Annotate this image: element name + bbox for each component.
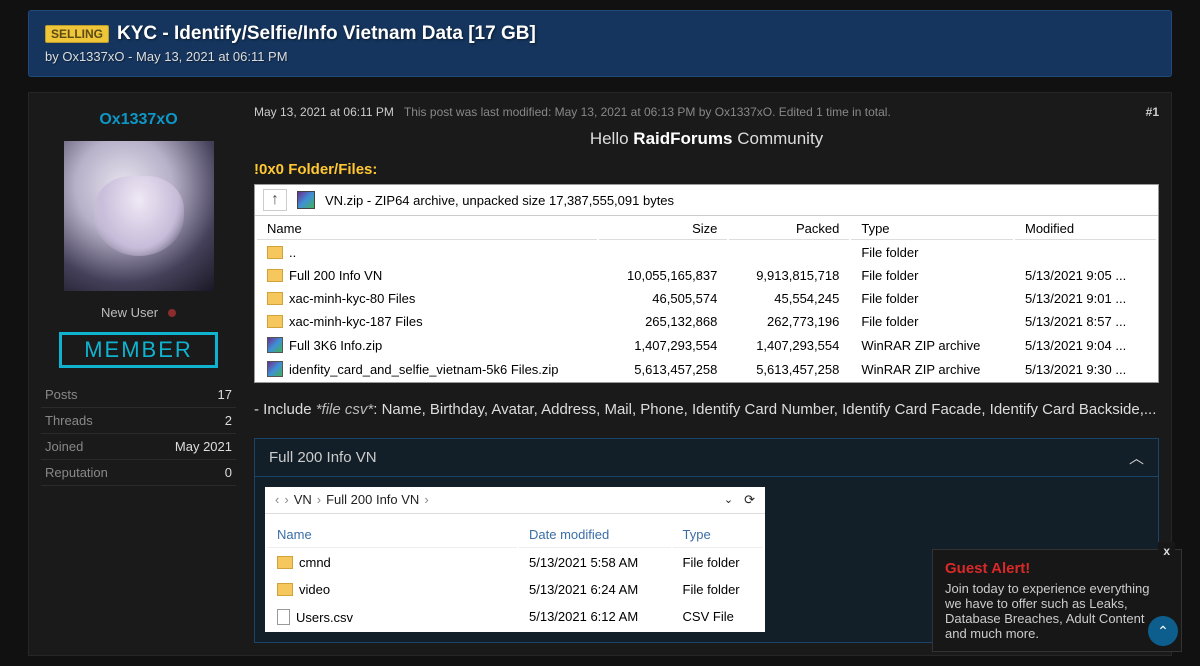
thread-title: KYC - Identify/Selfie/Info Vietnam Data …	[117, 23, 536, 45]
archive-path: VN.zip - ZIP64 archive, unpacked size 17…	[325, 193, 674, 208]
winrar-screenshot: ↑ VN.zip - ZIP64 archive, unpacked size …	[254, 184, 1159, 383]
col-packed: Packed	[729, 218, 849, 240]
table-row: xac-minh-kyc-187 Files265,132,868262,773…	[257, 311, 1156, 332]
table-row: cmnd5/13/2021 5:58 AMFile folder	[267, 550, 763, 575]
folder-icon	[267, 292, 283, 305]
archive-icon	[267, 361, 283, 377]
alert-body: Join today to experience everything we h…	[945, 581, 1169, 641]
folder-icon	[277, 556, 293, 569]
exp-col-name: Name	[267, 522, 517, 548]
expander-title: Full 200 Info VN	[269, 449, 377, 466]
exp-col-type: Type	[673, 522, 763, 548]
author-stats: Posts 17 Threads 2 Joined May 2021 Reputati…	[41, 382, 236, 486]
thread-subtitle: by Ox1337xO - May 13, 2021 at 06:11 PM	[45, 49, 1155, 64]
expander-header[interactable]: Full 200 Info VN ︿	[254, 438, 1159, 477]
stat-joined-label: Joined	[45, 439, 83, 454]
online-indicator-icon	[168, 309, 176, 317]
stat-rep-label: Reputation	[45, 465, 108, 480]
dropdown-icon: ⌄	[724, 493, 733, 506]
stat-threads-value[interactable]: 2	[225, 413, 232, 428]
post-greeting: Hello RaidForums Community	[254, 129, 1159, 149]
table-row: Full 200 Info VN10,055,165,8379,913,815,…	[257, 265, 1156, 286]
chevron-up-icon: ⌃	[1157, 623, 1169, 640]
table-row: xac-minh-kyc-80 Files46,505,57445,554,24…	[257, 288, 1156, 309]
post-timestamp[interactable]: May 13, 2021 at 06:11 PM	[254, 105, 394, 119]
folder-heading: !0x0 Folder/Files:	[254, 161, 1159, 178]
stat-posts-value[interactable]: 17	[218, 387, 232, 402]
thread-header: SELLING KYC - Identify/Selfie/Info Vietn…	[28, 10, 1172, 77]
post-edit-note: This post was last modified: May 13, 202…	[404, 105, 891, 119]
chevron-up-icon: ︿	[1129, 447, 1144, 468]
close-icon[interactable]: x	[1158, 542, 1175, 560]
avatar[interactable]	[64, 141, 214, 291]
table-row: Full 3K6 Info.zip1,407,293,5541,407,293,…	[257, 334, 1156, 356]
refresh-icon: ⟳	[744, 492, 755, 508]
table-row: ..File folder	[257, 242, 1156, 263]
exp-col-modified: Date modified	[519, 522, 671, 548]
stat-joined-value: May 2021	[175, 439, 232, 454]
up-arrow-icon: ↑	[263, 189, 287, 211]
guest-alert: x Guest Alert! Join today to experience …	[932, 549, 1182, 652]
col-type: Type	[851, 218, 1013, 240]
stat-posts-label: Posts	[45, 387, 78, 402]
folder-icon	[267, 315, 283, 328]
breadcrumb: ‹ › VN › Full 200 Info VN › ⌄ ⟳	[265, 487, 765, 514]
winrar-icon	[297, 191, 315, 209]
alert-title: Guest Alert!	[945, 560, 1169, 577]
col-name: Name	[257, 218, 597, 240]
folder-icon	[267, 246, 283, 259]
stat-rep-value[interactable]: 0	[225, 465, 232, 480]
author-column: Ox1337xO New User MEMBER Posts 17 Threads…	[41, 105, 236, 643]
stat-threads-label: Threads	[45, 413, 93, 428]
col-size: Size	[599, 218, 727, 240]
author-name-link[interactable]: Ox1337xO	[99, 111, 177, 129]
scroll-top-button[interactable]: ⌃	[1148, 616, 1178, 646]
folder-icon	[277, 583, 293, 596]
col-modified: Modified	[1015, 218, 1156, 240]
table-row: idenfity_card_and_selfie_vietnam-5k6 Fil…	[257, 358, 1156, 380]
table-row: video5/13/2021 6:24 AMFile folder	[267, 577, 763, 602]
include-description: - Include *file csv*: Name, Birthday, Av…	[254, 399, 1159, 422]
tag-selling: SELLING	[45, 25, 109, 43]
table-row: Users.csv5/13/2021 6:12 AMCSV File	[267, 604, 763, 630]
file-icon	[277, 609, 290, 625]
folder-icon	[267, 269, 283, 282]
post-number-link[interactable]: #1	[1146, 105, 1159, 119]
author-role: New User	[101, 305, 158, 320]
archive-icon	[267, 337, 283, 353]
member-badge: MEMBER	[59, 332, 218, 368]
explorer-screenshot: ‹ › VN › Full 200 Info VN › ⌄ ⟳ Name	[265, 487, 765, 632]
